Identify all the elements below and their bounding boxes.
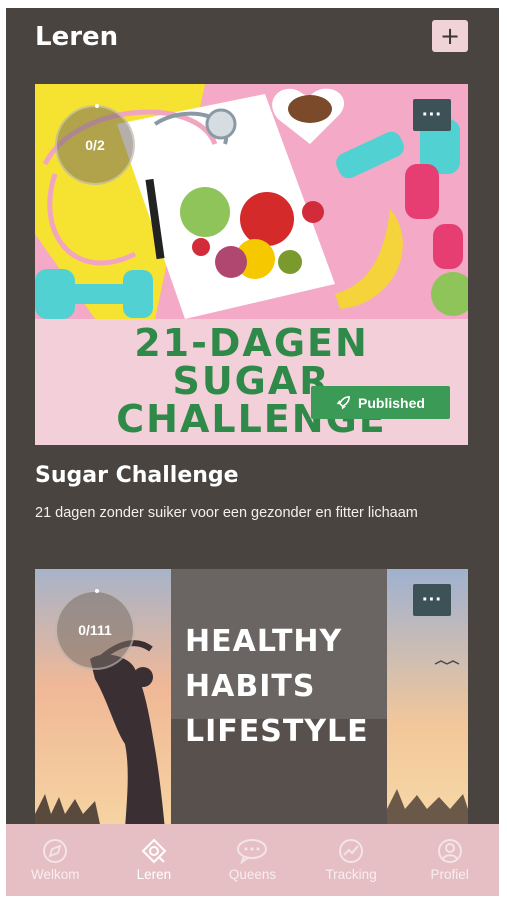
- app-screen: Leren + 21-DAGEN SUGAR CHALLENGE 0/2 ···…: [6, 8, 499, 896]
- course-card-image[interactable]: HEALTHY HABITS LIFESTYLE 0/111 ···: [35, 569, 468, 829]
- image-headline: 21-DAGEN SUGAR CHALLENGE: [116, 321, 387, 441]
- status-label: Published: [358, 394, 425, 411]
- tab-label: Welkom: [31, 867, 80, 882]
- add-button[interactable]: +: [432, 20, 468, 52]
- tab-tracking[interactable]: Tracking: [302, 824, 401, 896]
- course-title[interactable]: Sugar Challenge: [35, 463, 239, 488]
- learn-icon: [141, 838, 167, 864]
- status-badge: Published: [311, 386, 450, 419]
- tab-label: Queens: [228, 867, 277, 882]
- header: Leren +: [6, 8, 499, 70]
- rocket-icon: [336, 396, 350, 410]
- course-card-image[interactable]: 21-DAGEN SUGAR CHALLENGE 0/2 ··· Publish…: [35, 84, 468, 445]
- bottom-tab-bar: Welkom Leren Queens Tracking Profiel: [6, 824, 499, 896]
- profile-icon: [437, 839, 462, 863]
- course-description: 21 dagen zonder suiker voor een gezonder…: [35, 505, 418, 521]
- progress-ring: 0/111: [55, 589, 135, 670]
- tab-queens[interactable]: Queens: [203, 824, 302, 896]
- tab-label: Leren: [136, 867, 172, 882]
- tab-label: Tracking: [325, 867, 377, 882]
- image-headline: HEALTHY HABITS LIFESTYLE: [185, 624, 369, 749]
- tracking-icon: [339, 839, 364, 863]
- tab-label: Profiel: [430, 867, 469, 882]
- compass-icon: [43, 839, 68, 863]
- chat-icon: [237, 839, 268, 864]
- card-menu-button[interactable]: ···: [413, 584, 451, 616]
- progress-ring: 0/2: [55, 104, 135, 185]
- page-title: Leren: [35, 22, 119, 52]
- tab-profiel[interactable]: Profiel: [400, 824, 499, 896]
- card-menu-button[interactable]: ···: [413, 99, 451, 131]
- tab-welkom[interactable]: Welkom: [6, 824, 105, 896]
- tab-leren[interactable]: Leren: [105, 824, 204, 896]
